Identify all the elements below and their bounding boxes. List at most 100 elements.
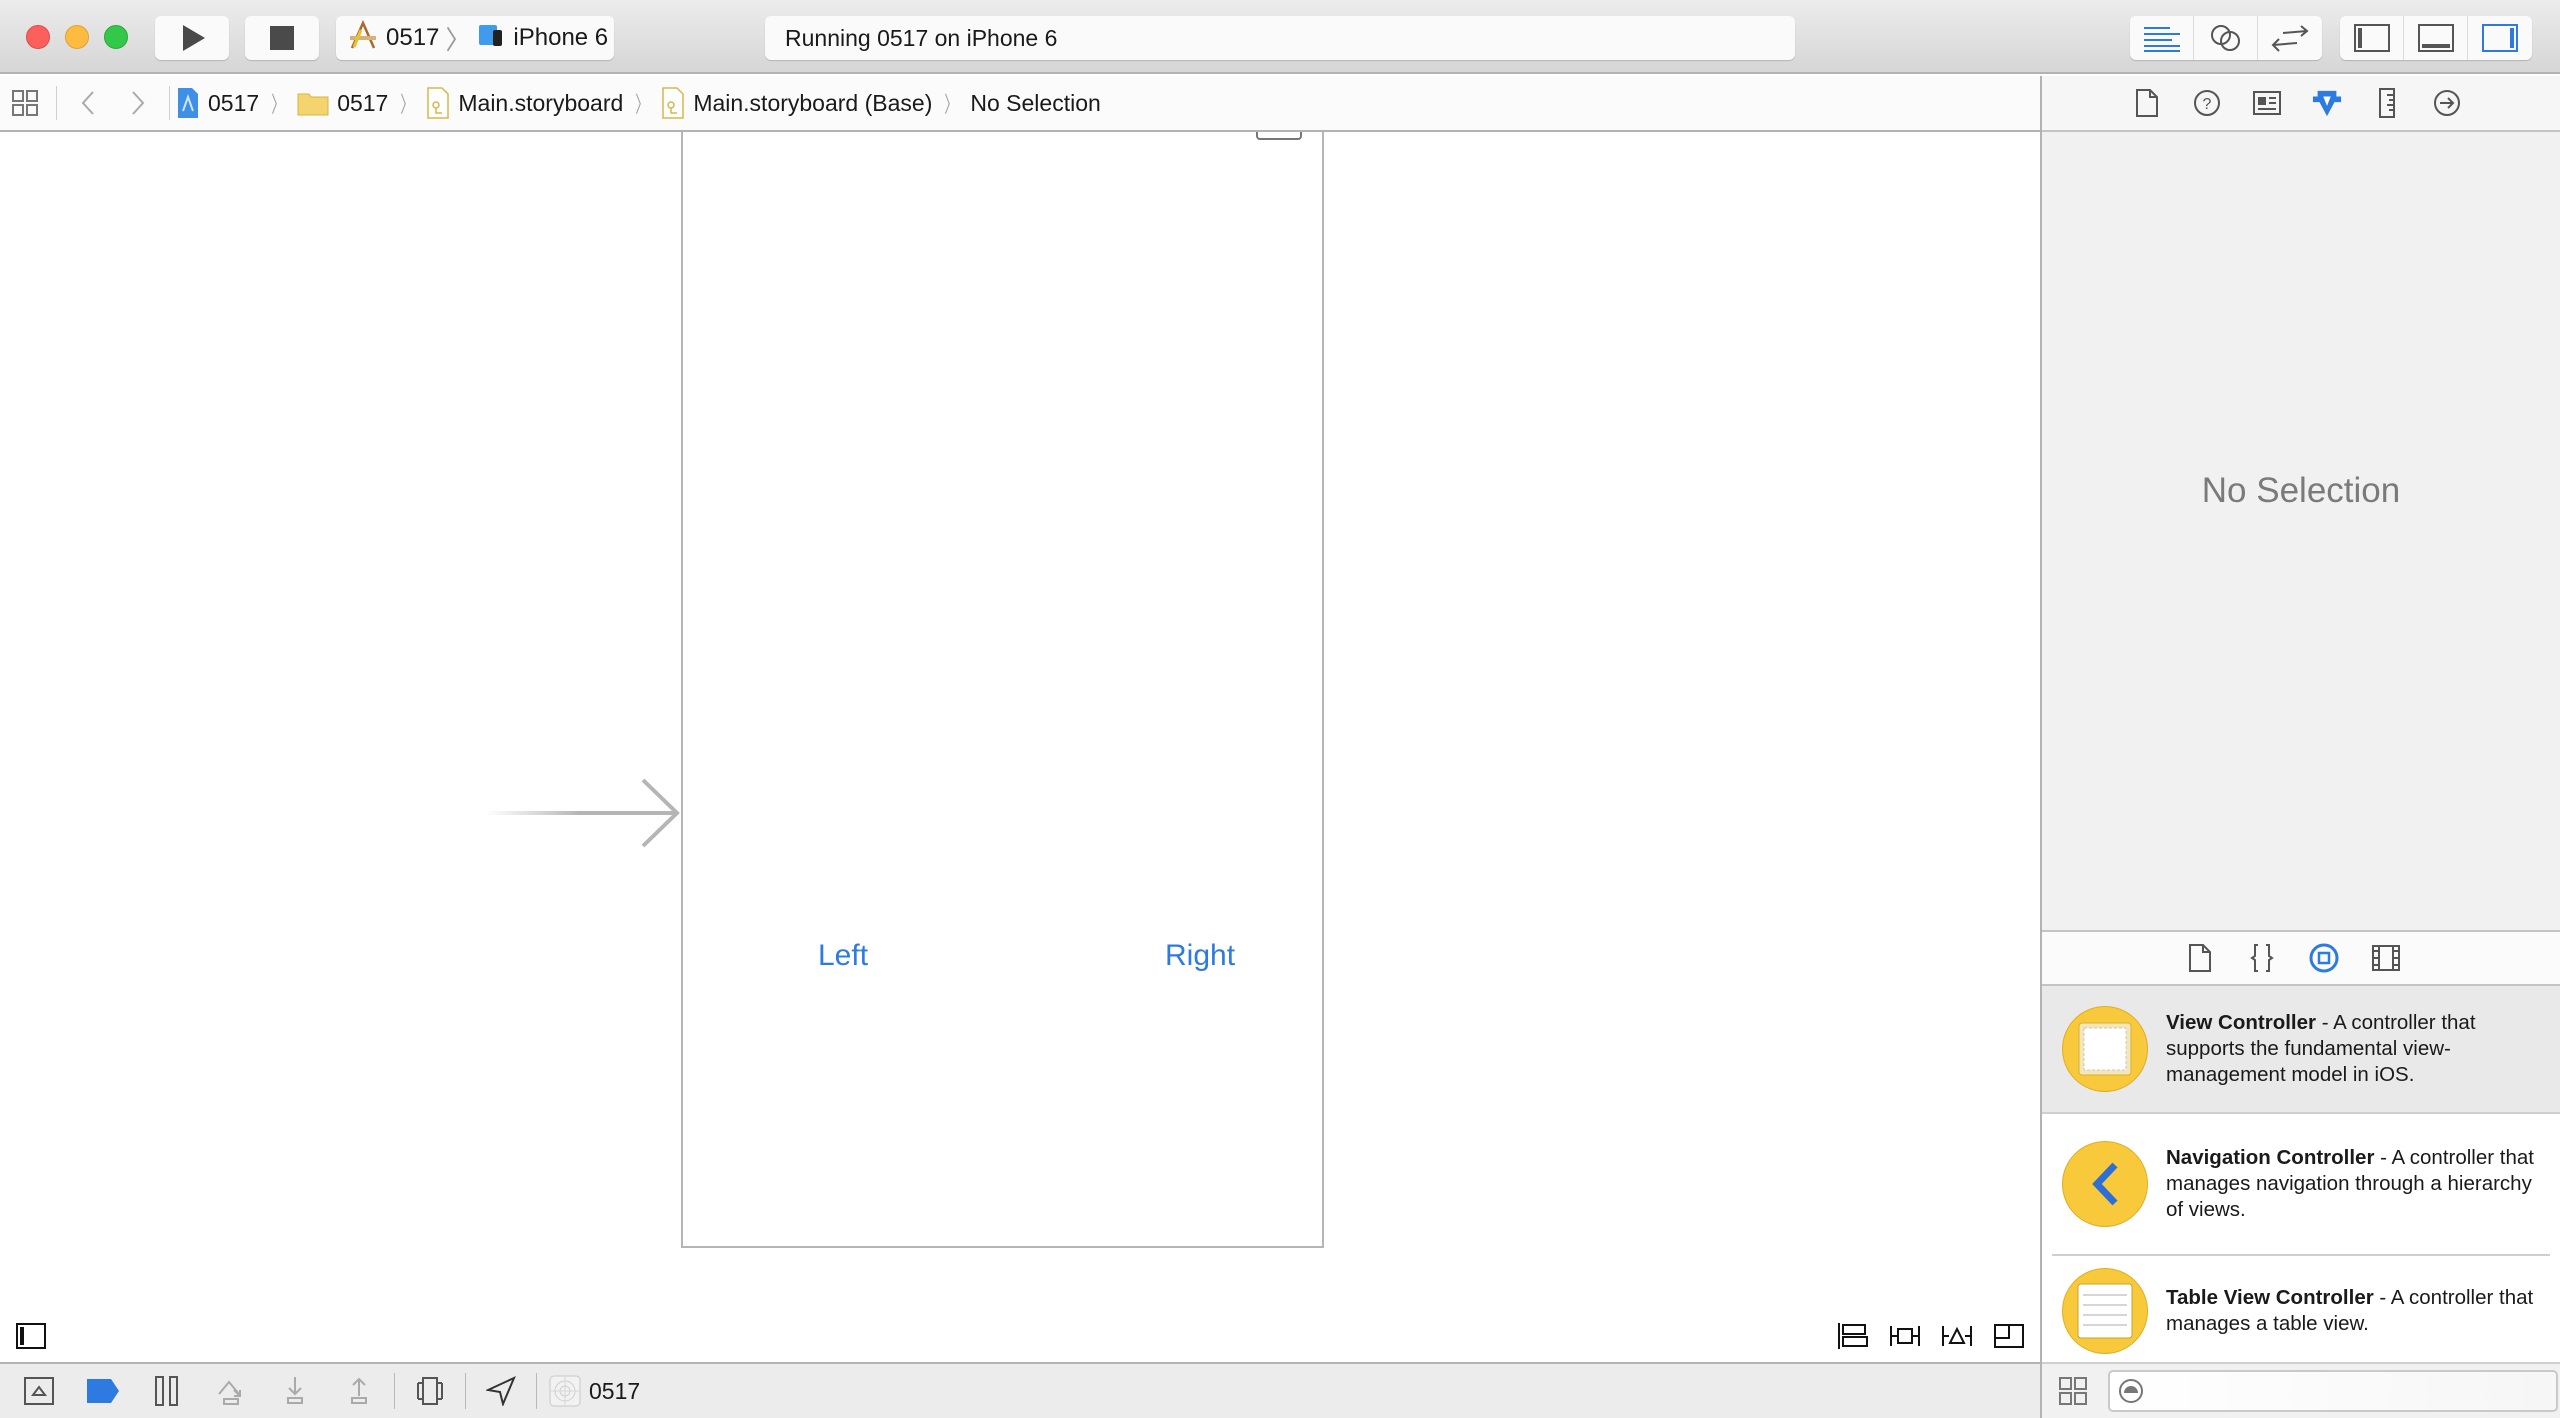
run-button[interactable] — [155, 16, 229, 60]
file-icon — [2136, 89, 2158, 117]
standard-editor-icon — [2143, 27, 2180, 52]
standard-editor-button[interactable] — [2130, 16, 2194, 60]
breadcrumb-group[interactable]: 0517 — [297, 90, 388, 117]
left-button[interactable]: Left — [818, 939, 868, 973]
assistant-editor-button[interactable] — [2194, 16, 2258, 60]
debug-view-hierarchy-button[interactable] — [405, 1371, 455, 1411]
braces-icon — [2250, 944, 2274, 972]
scheme-project-name: 0517 — [386, 24, 440, 51]
icon-view-toggle-button[interactable] — [2056, 1374, 2090, 1408]
step-into-button[interactable] — [270, 1371, 320, 1411]
debug-area-toggle-icon — [24, 1377, 54, 1405]
tab-size-inspector[interactable] — [2372, 86, 2402, 120]
right-button[interactable]: Right — [1165, 939, 1235, 973]
version-editor-button[interactable] — [2258, 16, 2322, 60]
no-selection-label: No Selection — [2201, 471, 2401, 510]
breadcrumb-selection[interactable]: No Selection — [970, 90, 1100, 117]
scheme-device-name: iPhone 6 — [513, 24, 609, 51]
breadcrumb-label: 0517 — [337, 89, 389, 116]
tab-connections-inspector[interactable] — [2432, 86, 2462, 120]
breadcrumb-storyboard-base[interactable]: Main.storyboard (Base) — [661, 87, 932, 119]
storyboard-canvas[interactable]: Left Right — [0, 132, 2040, 1362]
go-back-button[interactable] — [63, 90, 113, 116]
scheme-selector[interactable]: 0517 〉 iPhone 6 — [336, 16, 614, 60]
library-item-title: Table View Controller — [2166, 1286, 2374, 1309]
window-zoom-button[interactable] — [104, 25, 128, 49]
tab-code-snippet-library[interactable] — [2246, 941, 2278, 975]
step-over-button[interactable] — [206, 1371, 256, 1411]
storyboard-icon — [426, 87, 450, 119]
breadcrumb-label: Main.storyboard (Base) — [693, 89, 933, 116]
library-filter-bar — [2042, 1362, 2560, 1418]
debug-bar-divider — [394, 1373, 395, 1409]
library-item-view-controller[interactable]: View Controller - A controller that supp… — [2042, 986, 2560, 1114]
tab-attributes-inspector[interactable] — [2312, 86, 2342, 120]
navigation-controller-icon — [2062, 1141, 2148, 1227]
initial-view-controller-arrow[interactable] — [485, 778, 681, 848]
simulate-location-button[interactable] — [476, 1371, 526, 1411]
align-button[interactable] — [1888, 1321, 1922, 1351]
jump-bar-divider — [169, 86, 170, 120]
jump-bar-divider — [56, 86, 57, 120]
utilities-panel-icon — [2482, 24, 2518, 52]
tab-file-inspector[interactable] — [2132, 86, 2162, 120]
version-editor-icon — [2271, 25, 2309, 52]
step-over-icon — [218, 1380, 241, 1405]
library-item-title: Navigation Controller — [2166, 1146, 2375, 1169]
document-outline-toggle[interactable] — [16, 1323, 46, 1354]
chevron-right-icon — [132, 91, 145, 115]
window-minimize-button[interactable] — [65, 25, 89, 49]
scheme-separator: 〉 — [445, 24, 472, 55]
resolve-auto-layout-button[interactable] — [1992, 1321, 2026, 1351]
identity-card-icon — [2253, 91, 2281, 115]
toggle-utilities-button[interactable] — [2468, 16, 2532, 60]
help-icon: ? — [2194, 90, 2220, 116]
breadcrumb-project[interactable]: 0517 — [176, 87, 259, 119]
tab-quick-help-inspector[interactable]: ? — [2192, 86, 2222, 120]
pin-button[interactable] — [1940, 1321, 1974, 1351]
stack-button[interactable] — [1836, 1321, 1870, 1351]
filter-icon — [2119, 1379, 2143, 1403]
related-items-button[interactable] — [0, 90, 50, 116]
library-item-navigation-controller[interactable]: Navigation Controller - A controller tha… — [2052, 1114, 2550, 1256]
assistant-editor-icon — [2210, 25, 2240, 51]
tab-identity-inspector[interactable] — [2252, 86, 2282, 120]
stop-button[interactable] — [245, 16, 319, 60]
step-out-button[interactable] — [334, 1371, 384, 1411]
breadcrumb-label: Main.storyboard — [458, 89, 624, 116]
attributes-icon — [2312, 90, 2342, 117]
library-item-table-view-controller[interactable]: Table View Controller - A controller tha… — [2042, 1256, 2560, 1366]
ruler-icon — [2379, 88, 2395, 118]
inspector-selector-bar: ? — [2042, 76, 2560, 132]
grid-view-icon — [2059, 1377, 2087, 1405]
toggle-navigator-button[interactable] — [2340, 16, 2404, 60]
hide-debug-area-button[interactable] — [14, 1371, 64, 1411]
toggle-debug-area-button[interactable] — [2404, 16, 2468, 60]
location-arrow-icon — [486, 1376, 516, 1406]
breadcrumb-separator: 〉 — [944, 92, 958, 117]
pause-button[interactable] — [142, 1371, 192, 1411]
breadcrumb-storyboard[interactable]: Main.storyboard — [426, 87, 623, 119]
step-out-icon — [351, 1377, 367, 1404]
debug-process-label[interactable]: 0517 — [589, 1378, 640, 1405]
view-controller-scene[interactable]: Left Right — [681, 132, 1324, 1248]
inspector-pane: No Selection — [2042, 132, 2560, 930]
tab-object-library[interactable] — [2308, 941, 2340, 975]
xcode-app-icon — [348, 19, 378, 57]
chevron-left-icon — [81, 91, 94, 115]
library-filter-input[interactable] — [2150, 1379, 2530, 1403]
debug-area-panel-icon — [2417, 24, 2454, 52]
breadcrumb-separator: 〉 — [400, 92, 414, 117]
tab-media-library[interactable] — [2370, 941, 2402, 975]
view-toggle-segmented-control — [2340, 16, 2532, 60]
stack-icon — [1838, 1323, 1868, 1349]
breakpoints-toggle-button[interactable] — [78, 1371, 128, 1411]
step-into-icon — [287, 1377, 303, 1404]
go-forward-button[interactable] — [113, 90, 163, 116]
resolve-issues-icon — [1994, 1324, 2024, 1348]
library-item-title: View Controller — [2166, 1011, 2316, 1034]
library-filter-field[interactable] — [2108, 1370, 2558, 1412]
tab-file-template-library[interactable] — [2184, 941, 2216, 975]
window-close-button[interactable] — [26, 25, 50, 49]
scene-dock[interactable] — [1256, 132, 1302, 140]
